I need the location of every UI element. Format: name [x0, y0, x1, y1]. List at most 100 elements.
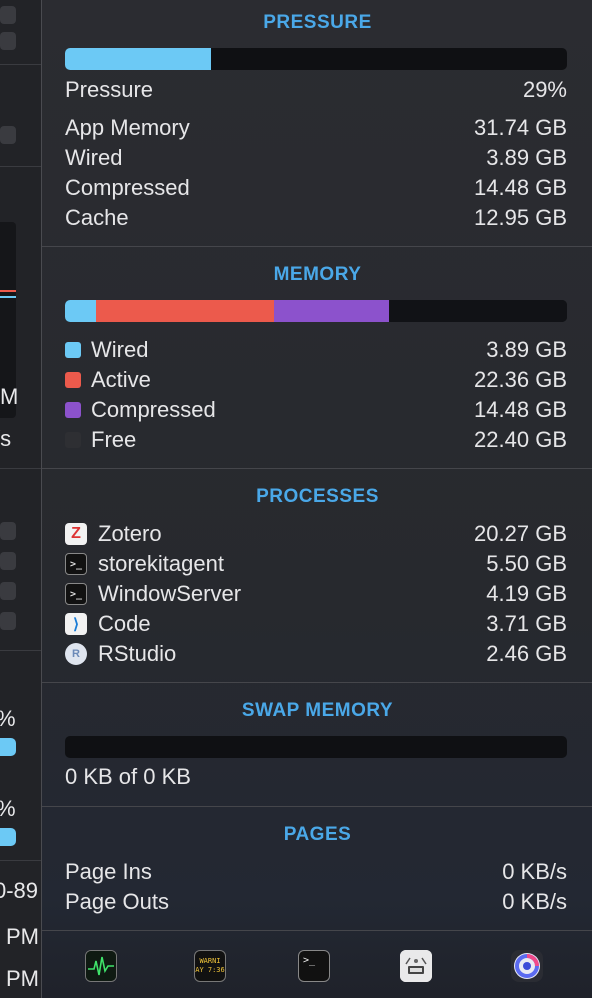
memory-bar-segment-wired — [65, 300, 96, 322]
process-memory: 3.71 GB — [486, 611, 567, 636]
section-title-swap: SWAP MEMORY — [241, 700, 394, 721]
legend-value: 3.89 GB — [486, 337, 567, 362]
free-swatch — [65, 432, 81, 448]
active-swatch — [65, 372, 81, 388]
process-name: WindowServer — [98, 581, 242, 606]
swap-summary: 0 KB of 0 KB — [65, 764, 191, 789]
process-row-rstudio[interactable]: R RStudio 2.46 GB — [65, 639, 567, 669]
app-shortcut-bar: WARNI AY 7:36 >_ — [42, 931, 592, 998]
row-value: 3.89 GB — [486, 145, 567, 170]
process-memory: 5.50 GB — [486, 551, 567, 576]
row-label: Wired — [65, 145, 123, 170]
bg-control — [0, 612, 16, 630]
process-name: Code — [98, 611, 151, 636]
bg-text: M — [0, 384, 19, 409]
bg-control — [0, 552, 16, 570]
section-title-pages: PAGES — [283, 824, 352, 845]
process-memory: 4.19 GB — [486, 581, 567, 606]
page-ins-row: Page Ins 0 KB/s — [65, 857, 567, 887]
terminal-icon: >_ — [65, 553, 87, 575]
bg-divider — [0, 64, 41, 65]
row-label: Compressed — [65, 175, 190, 200]
row-value: 12.95 GB — [474, 205, 567, 230]
bg-progress — [0, 828, 16, 846]
console-icon-text: AY 7:36 — [195, 966, 225, 974]
bg-control — [0, 582, 16, 600]
legend-label: Active — [91, 367, 151, 392]
compressed-swatch — [65, 402, 81, 418]
background-window: M /s % % 0-89 PM PM — [0, 0, 41, 998]
process-memory: 20.27 GB — [474, 521, 567, 546]
legend-row-compressed: Compressed 14.48 GB — [65, 395, 567, 425]
compressed-row: Compressed 14.48 GB — [65, 173, 567, 203]
legend-value: 22.40 GB — [474, 427, 567, 452]
memory-popover: PRESSURE Pressure 29% App Memory 31.74 G… — [41, 0, 592, 998]
section-divider — [42, 806, 592, 807]
bg-control — [0, 6, 16, 24]
row-label: Page Outs — [65, 889, 169, 914]
bg-text: % — [0, 706, 16, 732]
legend-row-wired: Wired 3.89 GB — [65, 335, 567, 365]
legend-value: 22.36 GB — [474, 367, 567, 392]
bg-text: PM — [6, 924, 39, 949]
wired-swatch — [65, 342, 81, 358]
section-divider — [42, 468, 592, 469]
bg-divider — [0, 166, 41, 167]
section-title-pressure: PRESSURE — [263, 12, 372, 33]
section-title-memory: MEMORY — [273, 264, 362, 285]
row-label: Pressure — [65, 77, 154, 102]
legend-row-active: Active 22.36 GB — [65, 365, 567, 395]
legend-row-free: Free 22.40 GB — [65, 425, 567, 455]
pressure-bar-fill — [65, 48, 211, 70]
app-memory-row: App Memory 31.74 GB — [65, 113, 567, 143]
zotero-icon: Z — [65, 523, 87, 545]
process-row-windowserver[interactable]: >_ WindowServer 4.19 GB — [65, 579, 567, 609]
cache-row: Cache 12.95 GB — [65, 203, 567, 233]
process-name: storekitagent — [98, 551, 224, 576]
rstudio-icon: R — [65, 643, 87, 665]
process-row-storekitagent[interactable]: >_ storekitagent 5.50 GB — [65, 549, 567, 579]
section-title-processes: PROCESSES — [256, 486, 379, 507]
bg-divider — [0, 468, 41, 469]
bg-progress — [0, 738, 16, 756]
bg-control — [0, 126, 16, 144]
system-information-icon[interactable] — [400, 950, 432, 982]
section-divider — [42, 246, 592, 247]
swap-bar — [65, 736, 567, 758]
row-value: 0 KB/s — [502, 859, 567, 884]
section-divider — [42, 682, 592, 683]
row-label: Page Ins — [65, 859, 152, 884]
process-row-code[interactable]: ⟩ Code 3.71 GB — [65, 609, 567, 639]
terminal-icon[interactable]: >_ — [298, 950, 330, 982]
swap-summary-row: 0 KB of 0 KB — [65, 762, 567, 792]
console-icon-text: WARNI — [199, 957, 221, 965]
bg-divider — [0, 650, 41, 651]
activity-monitor-icon[interactable] — [85, 950, 117, 982]
row-value: 31.74 GB — [474, 115, 567, 140]
process-name: RStudio — [98, 641, 177, 666]
wired-row: Wired 3.89 GB — [65, 143, 567, 173]
bg-text: /s — [0, 426, 12, 451]
process-row-zotero[interactable]: Z Zotero 20.27 GB — [65, 519, 567, 549]
page-outs-row: Page Outs 0 KB/s — [65, 887, 567, 917]
bg-control — [0, 32, 16, 50]
pressure-bar — [65, 48, 567, 70]
legend-label: Free — [91, 427, 137, 452]
vscode-icon: ⟩ — [65, 613, 87, 635]
row-value: 29% — [522, 77, 567, 102]
bg-text: PM — [6, 966, 39, 991]
disk-diag-icon[interactable] — [511, 950, 543, 982]
row-label: Cache — [65, 205, 129, 230]
memory-bar — [65, 300, 567, 322]
bg-text: % — [0, 796, 16, 822]
console-icon[interactable]: WARNI AY 7:36 — [194, 950, 226, 982]
terminal-icon: >_ — [65, 583, 87, 605]
legend-value: 14.48 GB — [474, 397, 567, 422]
memory-bar-segment-compressed — [273, 300, 389, 322]
bg-text: 0-89 — [0, 878, 39, 903]
memory-bar-segment-free — [388, 300, 567, 322]
bg-divider — [0, 860, 41, 861]
process-name: Zotero — [98, 521, 162, 546]
legend-label: Compressed — [91, 397, 216, 422]
row-value: 0 KB/s — [502, 889, 567, 914]
